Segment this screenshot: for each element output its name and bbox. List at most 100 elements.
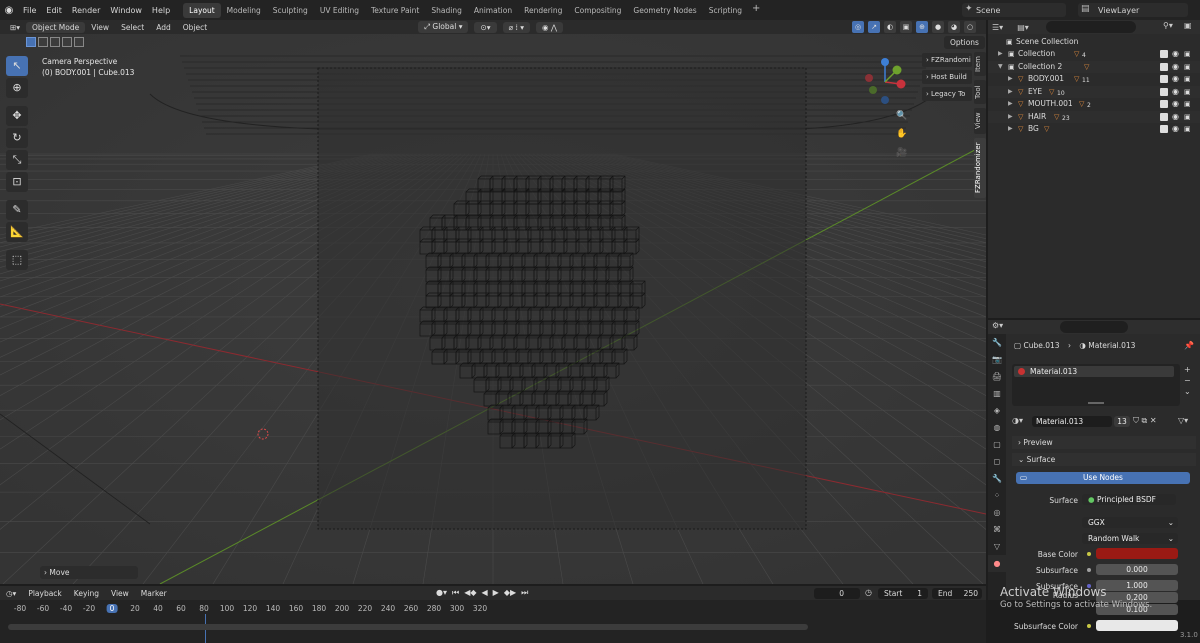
add-slot-icon[interactable]: + bbox=[1184, 364, 1191, 375]
render-camera-icon[interactable]: ▣ bbox=[1184, 48, 1191, 61]
exclude-checkbox[interactable] bbox=[1160, 100, 1168, 108]
collection-tab-icon[interactable]: ▢ bbox=[988, 436, 1006, 453]
eye-icon[interactable]: ◉ bbox=[1172, 111, 1179, 124]
expand-toggle-icon[interactable]: ▶ bbox=[1008, 123, 1013, 136]
base-color-socket-icon[interactable] bbox=[1087, 552, 1091, 556]
transform-orientation-dropdown[interactable]: ⤢ Global ▾ bbox=[418, 21, 469, 33]
exclude-checkbox[interactable] bbox=[1160, 112, 1168, 121]
outliner-row[interactable]: ▶ ▽ BG ▽ ◉ ▣ bbox=[988, 123, 1200, 136]
fzrandomizer-panel-button[interactable]: › FZRandomi bbox=[922, 53, 972, 67]
scene-tab-icon[interactable]: ◈ bbox=[988, 402, 1006, 419]
output-tab-icon[interactable]: 🖨 bbox=[988, 368, 1006, 385]
current-frame-field[interactable]: 0 bbox=[814, 588, 860, 599]
snap-toggle[interactable]: ⌀ ⁞ ▾ bbox=[502, 21, 530, 33]
expand-toggle-icon[interactable]: ▶ bbox=[998, 48, 1003, 61]
proportional-edit-toggle[interactable]: ◉ ⋀ bbox=[535, 21, 564, 33]
tab-fzrandomizer[interactable]: FZRandomizer bbox=[974, 138, 986, 198]
menu-edit[interactable]: Edit bbox=[41, 6, 67, 15]
menu-add[interactable]: Add bbox=[150, 23, 177, 32]
tab-layout[interactable]: Layout bbox=[183, 2, 221, 18]
gizmo-toggle-icon[interactable]: ↗ bbox=[868, 21, 880, 33]
tab-animation[interactable]: Animation bbox=[468, 3, 518, 18]
menu-render[interactable]: Render bbox=[67, 6, 105, 15]
scene-selector[interactable]: ✦ Scene bbox=[962, 3, 1066, 17]
exclude-checkbox[interactable] bbox=[1160, 75, 1168, 83]
tab-view[interactable]: View bbox=[974, 108, 986, 134]
remove-slot-icon[interactable]: − bbox=[1184, 375, 1191, 386]
tab-uv-editing[interactable]: UV Editing bbox=[314, 3, 365, 18]
wireframe-shading-icon[interactable]: ⊕ bbox=[916, 21, 928, 33]
tab-shading[interactable]: Shading bbox=[425, 3, 467, 18]
menu-marker[interactable]: Marker bbox=[135, 589, 173, 598]
material-slot-list[interactable]: Material.013 bbox=[1012, 364, 1180, 406]
unlink-material-icon[interactable]: ✕ bbox=[1150, 416, 1157, 425]
play-icon[interactable]: ▶ bbox=[493, 588, 499, 598]
tab-scripting[interactable]: Scripting bbox=[703, 3, 748, 18]
exclude-checkbox[interactable] bbox=[1160, 62, 1168, 71]
select-subtract-icon[interactable] bbox=[50, 37, 60, 47]
fake-user-icon[interactable]: ⛉ bbox=[1133, 416, 1139, 425]
menu-playback[interactable]: Playback bbox=[22, 589, 67, 598]
expand-toggle-icon[interactable]: ▶ bbox=[1008, 86, 1013, 99]
view-layer-selector[interactable]: ▤ ViewLayer bbox=[1078, 3, 1188, 17]
object-tab-icon[interactable]: ◻ bbox=[988, 453, 1006, 470]
jump-start-icon[interactable]: ⏮ bbox=[452, 588, 459, 598]
display-mode-icon[interactable]: ▤▾ bbox=[1003, 23, 1029, 32]
overlay-toggle-icon[interactable]: ◐ bbox=[884, 21, 896, 33]
slot-menu-icon[interactable]: ⌄ bbox=[1184, 386, 1191, 397]
outliner-row[interactable]: ▶ ▽ EYE ▽ 10 ◉ ▣ bbox=[988, 85, 1200, 99]
subsurface-color-swatch[interactable] bbox=[1096, 620, 1178, 631]
eye-icon[interactable]: ◉ bbox=[1172, 73, 1179, 86]
menu-timeline-view[interactable]: View bbox=[105, 589, 135, 598]
surface-shader-field[interactable]: ● Principled BSDF bbox=[1082, 494, 1176, 505]
subsurface-radius-x[interactable]: 1.000 bbox=[1096, 580, 1178, 591]
expand-toggle-icon[interactable]: ▼ bbox=[998, 61, 1003, 74]
play-reverse-icon[interactable]: ◀ bbox=[482, 588, 488, 598]
menu-window[interactable]: Window bbox=[105, 6, 147, 15]
blender-logo-icon[interactable]: ◉ bbox=[0, 5, 18, 16]
tab-geometry-nodes[interactable]: Geometry Nodes bbox=[627, 3, 702, 18]
render-camera-icon[interactable]: ▣ bbox=[1184, 98, 1191, 111]
exclude-checkbox[interactable] bbox=[1160, 125, 1168, 133]
mode-selector[interactable]: Object Mode bbox=[26, 21, 86, 33]
render-camera-icon[interactable]: ▣ bbox=[1184, 123, 1191, 136]
use-nodes-button[interactable]: ▭ Use Nodes bbox=[1016, 472, 1190, 484]
zoom-icon[interactable]: 🔍 bbox=[894, 108, 910, 124]
add-workspace-button[interactable]: + bbox=[748, 3, 764, 18]
outliner-row[interactable]: ▶ ▽ HAIR ▽ 23 ◉ ▣ bbox=[988, 110, 1200, 124]
timeline-editor-icon[interactable]: ◷▾ bbox=[0, 589, 22, 598]
render-camera-icon[interactable]: ▣ bbox=[1184, 61, 1191, 74]
select-box-tool-icon[interactable]: ↖ bbox=[6, 56, 28, 76]
eye-icon[interactable]: ◉ bbox=[1172, 48, 1179, 61]
solid-shading-icon[interactable]: ● bbox=[932, 21, 944, 33]
material-link-dropdown[interactable]: ▽▾ bbox=[1178, 416, 1188, 425]
host-build-panel-button[interactable]: › Host Build bbox=[922, 70, 972, 84]
tab-rendering[interactable]: Rendering bbox=[518, 3, 568, 18]
end-frame-field[interactable]: End 250 bbox=[932, 588, 982, 599]
tab-texture-paint[interactable]: Texture Paint bbox=[365, 3, 425, 18]
rotate-tool-icon[interactable]: ↻ bbox=[6, 128, 28, 148]
menu-object[interactable]: Object bbox=[177, 23, 213, 32]
select-intersect-icon[interactable] bbox=[74, 37, 84, 47]
material-name-field[interactable]: Material.013 bbox=[1032, 416, 1112, 427]
eye-icon[interactable]: ◉ bbox=[1172, 61, 1179, 74]
last-operator-panel[interactable]: › Move bbox=[40, 566, 138, 579]
particles-tab-icon[interactable]: ⁘ bbox=[988, 487, 1006, 504]
subsurface-socket-icon[interactable] bbox=[1087, 568, 1091, 572]
timeline-scrollbar[interactable] bbox=[8, 624, 808, 630]
exclude-checkbox[interactable] bbox=[1160, 87, 1168, 96]
subsurface-method-dropdown[interactable]: Random Walk ⌄ bbox=[1082, 533, 1178, 544]
transform-tool-icon[interactable]: ⊡ bbox=[6, 172, 28, 192]
pin-icon[interactable]: 📌 bbox=[1184, 341, 1194, 350]
render-camera-icon[interactable]: ▣ bbox=[1184, 86, 1191, 99]
properties-editor-icon[interactable]: ⚙▾ bbox=[992, 321, 1003, 330]
annotate-tool-icon[interactable]: ✎ bbox=[6, 200, 28, 220]
eye-icon[interactable]: ◉ bbox=[1172, 86, 1179, 99]
scale-tool-icon[interactable]: ⤡ bbox=[6, 150, 28, 170]
material-shading-icon[interactable]: ◕ bbox=[948, 21, 960, 33]
tab-compositing[interactable]: Compositing bbox=[568, 3, 627, 18]
jump-end-icon[interactable]: ⏭ bbox=[521, 588, 528, 598]
outliner-row[interactable]: ▼ ▣ Collection 2 ▽ ◉ ▣ bbox=[988, 60, 1200, 74]
modifier-tab-icon[interactable]: 🔧 bbox=[988, 470, 1006, 487]
prev-key-icon[interactable]: ◀◆ bbox=[464, 588, 476, 598]
